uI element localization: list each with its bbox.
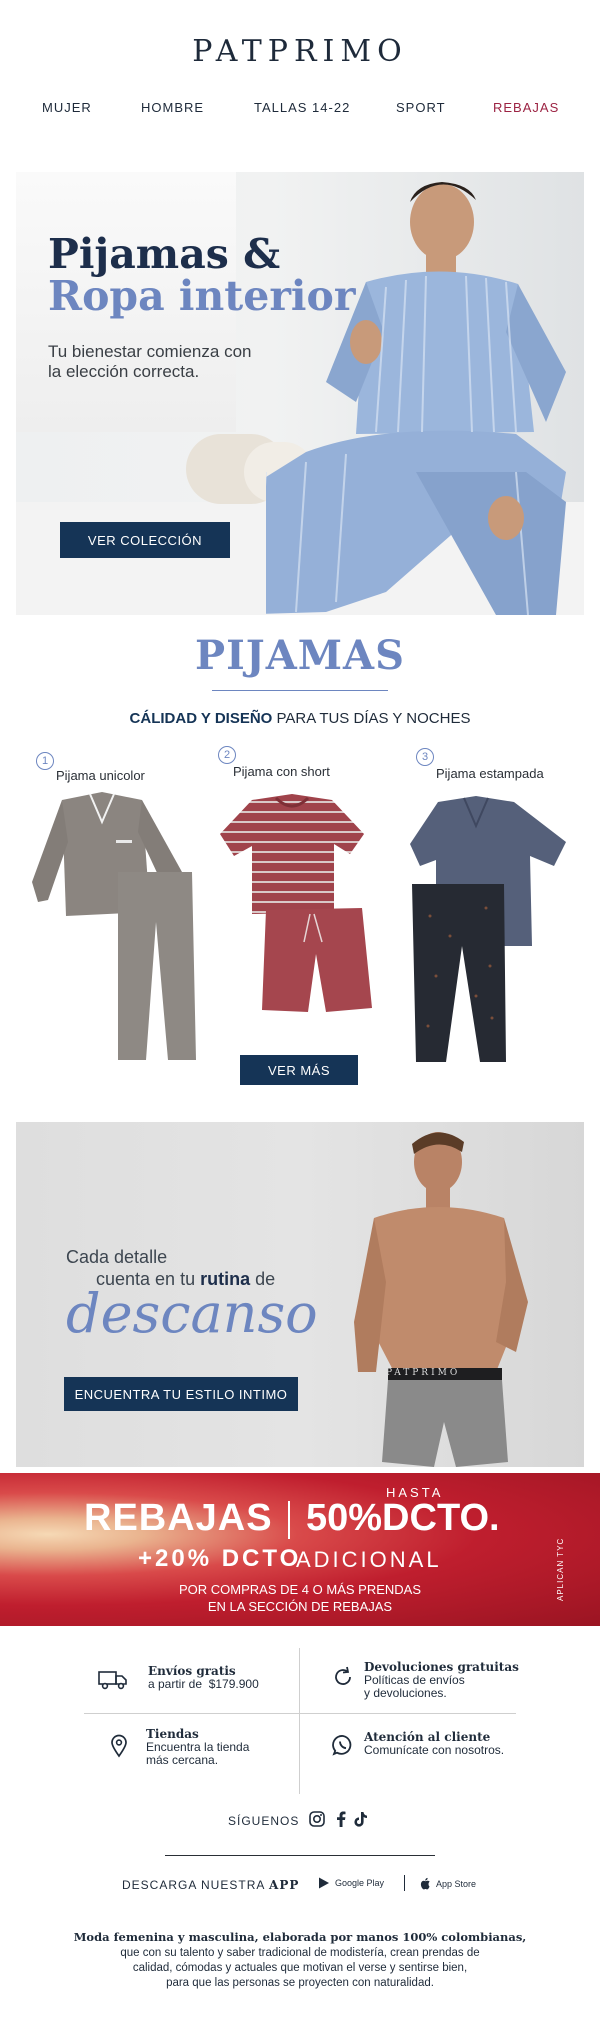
google-play-link[interactable]: Google Play: [318, 1877, 384, 1889]
hero-title-second-line: Ropa interior: [48, 272, 356, 320]
rebajas-divider: [288, 1501, 290, 1539]
truck-icon: [98, 1666, 128, 1692]
facebook-icon[interactable]: [332, 1810, 350, 1828]
rebajas-adicional: ADICIONAL: [296, 1547, 442, 1572]
benefit-title: Devoluciones gratuitas: [364, 1660, 519, 1674]
descanso-title: descanso: [66, 1282, 318, 1345]
hero-subtitle-line2: la elección correcta.: [48, 362, 200, 381]
ver-mas-button[interactable]: VER MÁS: [240, 1055, 358, 1085]
rebajas-banner[interactable]: REBAJAS HASTA 50%DCTO. +20% DCTO ADICION…: [0, 1473, 600, 1626]
product-number-badge: 2: [218, 746, 236, 764]
app-store-label: App Store: [436, 1878, 477, 1889]
product-image-pijama-con-short[interactable]: [212, 794, 382, 1016]
footer-divider: [165, 1855, 435, 1856]
benefit-title: Tiendas: [146, 1727, 199, 1741]
nav-item-mujer[interactable]: MUJER: [42, 100, 92, 115]
hero-subtitle: Tu bienestar comienza con la elección co…: [48, 342, 308, 382]
rebajas-conditions-line1: POR COMPRAS DE 4 O MÁS PRENDAS: [179, 1582, 421, 1597]
apple-icon: [420, 1877, 430, 1890]
subtitle-bold: CÁLIDAD Y DISEÑO: [129, 710, 273, 727]
encuentra-estilo-button[interactable]: ENCUENTRA TU ESTILO INTIMO: [64, 1377, 298, 1411]
divider: [212, 690, 388, 691]
product-image-pijama-unicolor[interactable]: [32, 792, 202, 1064]
google-play-label: Google Play: [335, 1878, 385, 1888]
hero-title: Pijamas &: [48, 230, 281, 278]
section-subtitle: CÁLIDAD Y DISEÑO PARA TUS DÍAS Y NOCHES: [0, 710, 600, 727]
nav-item-sport[interactable]: SPORT: [396, 100, 446, 115]
benefit-text: a partir de $179.900: [148, 1677, 259, 1691]
benefit-text: Comunícate con nosotros.: [364, 1743, 505, 1757]
descarga-app: APP: [269, 1878, 300, 1892]
hero-banner[interactable]: Pijamas & Ropa interior Tu bienestar com…: [16, 172, 584, 615]
benefit-text: más cercana.: [146, 1753, 219, 1767]
descarga-app-label: DESCARGA NUESTRA APP: [122, 1878, 299, 1892]
waistband-logo: PATPRIMO: [386, 1368, 461, 1378]
footer-description-line: calidad, cómodas y actuales que motivan …: [132, 1962, 468, 1974]
footer-description-line: para que las personas se proyecten con n…: [166, 1977, 434, 1989]
descanso-banner[interactable]: PATPRIMO Cada detalle cuenta en tu rutin…: [16, 1122, 584, 1467]
benefit-text: y devoluciones.: [364, 1686, 447, 1700]
return-icon: [328, 1664, 358, 1690]
hero-subtitle-line1: Tu bienestar comienza con: [48, 342, 252, 361]
product-label: Pijama con short: [233, 764, 330, 779]
app-store-link[interactable]: App Store: [420, 1877, 476, 1890]
footer-description-line: que con su talento y saber tradicional d…: [120, 1947, 480, 1959]
rebajas-conditions: POR COMPRAS DE 4 O MÁS PRENDAS EN LA SEC…: [0, 1581, 600, 1615]
store-separator: [404, 1875, 405, 1891]
descarga-pre: DESCARGA NUESTRA: [122, 1878, 270, 1892]
aplican-tyc[interactable]: APLICAN TYC: [556, 1538, 565, 1601]
underwear-model-image: [354, 1132, 528, 1467]
descanso-line1: Cada detalle: [66, 1247, 168, 1267]
rebajas-percent: 50%DCTO.: [306, 1497, 500, 1539]
footer-description-bold: Moda femenina y masculina, elaborada por…: [73, 1930, 527, 1944]
ver-coleccion-button[interactable]: VER COLECCIÓN: [60, 522, 230, 558]
main-nav: MUJER HOMBRE TALLAS 14-22 SPORT REBAJAS: [0, 100, 600, 122]
product-number-badge: 3: [416, 748, 434, 766]
nav-item-hombre[interactable]: HOMBRE: [141, 100, 204, 115]
brand-logo[interactable]: PATPRIMO: [0, 34, 600, 69]
benefit-title: Atención al cliente: [364, 1730, 491, 1744]
instagram-icon[interactable]: [308, 1810, 326, 1828]
product-label: Pijama unicolor: [56, 768, 145, 783]
product-label: Pijama estampada: [436, 766, 544, 781]
product-number-badge: 1: [36, 752, 54, 770]
rebajas-title: REBAJAS: [84, 1497, 273, 1539]
subtitle-rest: PARA TUS DÍAS Y NOCHES: [272, 710, 471, 727]
location-pin-icon: [104, 1733, 134, 1759]
section-title-pijamas: PIJAMAS: [195, 632, 405, 679]
google-play-icon: [319, 1877, 329, 1889]
siguenos-label: SÍGUENOS: [228, 1814, 300, 1828]
benefit-title: Envíos gratis: [148, 1664, 236, 1678]
tiktok-icon[interactable]: [352, 1810, 370, 1828]
product-image-pijama-estampada[interactable]: [406, 796, 576, 1066]
footer-description: Moda femenina y masculina, elaborada por…: [60, 1930, 540, 1991]
hero-model-image: [266, 182, 566, 615]
rebajas-extra: +20% DCTO: [138, 1545, 302, 1572]
benefits-divider-vertical: [299, 1648, 300, 1794]
nav-item-tallas[interactable]: TALLAS 14-22: [254, 100, 350, 115]
benefits-divider-horizontal: [84, 1713, 516, 1714]
rebajas-conditions-line2: EN LA SECCIÓN DE REBAJAS: [207, 1599, 393, 1614]
whatsapp-icon: [328, 1732, 358, 1758]
nav-item-rebajas[interactable]: REBAJAS: [493, 100, 559, 115]
